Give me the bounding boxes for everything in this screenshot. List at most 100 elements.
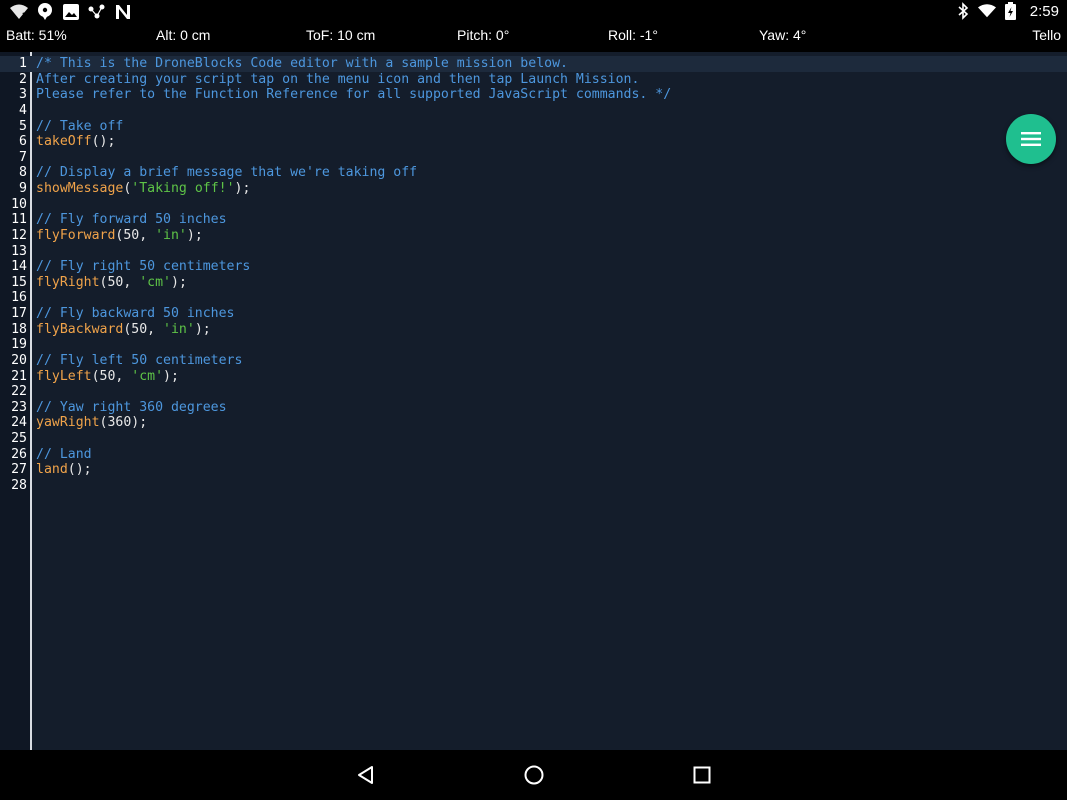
code-line[interactable]: 16: [0, 290, 1067, 306]
code-punctuation: );: [186, 227, 203, 243]
line-number: 25: [11, 431, 27, 446]
yaw-readout: Yaw: 4°: [759, 27, 807, 43]
code-lines[interactable]: 1 /* This is the DroneBlocks Code editor …: [0, 56, 1067, 494]
code-string: 'cm': [139, 274, 171, 290]
line-number: 11: [11, 212, 27, 228]
line-number: 6: [19, 134, 27, 150]
line-number: 8: [19, 165, 27, 181]
code-text[interactable]: // Fly backward 50 inches: [36, 306, 235, 322]
code-text[interactable]: // Fly forward 50 inches: [36, 212, 227, 228]
line-number: 13: [11, 243, 27, 259]
code-line[interactable]: 22: [0, 384, 1067, 400]
code-line[interactable]: 18 flyBackward(50, 'in');: [0, 322, 1067, 338]
code-text[interactable]: // Take off: [36, 119, 123, 135]
code-line[interactable]: 3 Please refer to the Function Reference …: [0, 87, 1067, 103]
code-line[interactable]: 14 // Fly right 50 centimeters: [0, 259, 1067, 275]
code-line[interactable]: 21 flyLeft(50, 'cm');: [0, 369, 1067, 385]
code-function: showMessage: [36, 181, 124, 196]
code-string: 'in': [155, 227, 187, 243]
menu-icon: [1021, 132, 1041, 146]
line-number: 12: [11, 227, 27, 243]
n-logo-icon: [114, 3, 132, 21]
line-number: 1: [19, 56, 27, 71]
code-text[interactable]: flyRight(50, 'cm');: [36, 275, 187, 291]
code-line[interactable]: 1 /* This is the DroneBlocks Code editor …: [0, 56, 1067, 72]
line-number: 16: [11, 290, 27, 306]
code-comment: Please refer to the Function Reference f…: [36, 87, 672, 103]
image-icon: [62, 3, 80, 21]
code-line[interactable]: 15 flyRight(50, 'cm');: [0, 275, 1067, 291]
code-line[interactable]: 26 // Land: [0, 447, 1067, 463]
code-string: 'Taking off!': [131, 181, 235, 196]
code-line[interactable]: 20 // Fly left 50 centimeters: [0, 353, 1067, 369]
clock: 2:59: [1029, 2, 1059, 20]
code-line[interactable]: 7: [0, 150, 1067, 166]
recents-button[interactable]: [690, 763, 714, 787]
code-line[interactable]: 11 // Fly forward 50 inches: [0, 212, 1067, 228]
code-line[interactable]: 12 flyForward(50, 'in');: [0, 228, 1067, 244]
code-line[interactable]: 10: [0, 197, 1067, 213]
code-line[interactable]: 17 // Fly backward 50 inches: [0, 306, 1067, 322]
back-button[interactable]: [354, 763, 378, 787]
code-text[interactable]: takeOff();: [36, 134, 115, 150]
code-punctuation: ();: [91, 134, 116, 150]
code-line[interactable]: 27 land();: [0, 462, 1067, 478]
code-editor[interactable]: 1 /* This is the DroneBlocks Code editor …: [0, 52, 1067, 750]
code-punctuation: ();: [67, 462, 92, 478]
code-text[interactable]: land();: [36, 462, 92, 478]
code-punctuation: );: [171, 274, 187, 290]
code-text[interactable]: showMessage('Taking off!');: [36, 181, 250, 197]
drone-name: Tello: [1032, 27, 1061, 43]
code-text[interactable]: // Display a brief message that we're ta…: [36, 165, 417, 181]
code-line[interactable]: 19: [0, 337, 1067, 353]
code-text[interactable]: // Fly left 50 centimeters: [36, 353, 242, 369]
home-icon: [524, 765, 544, 785]
code-text[interactable]: // Land: [36, 447, 92, 463]
code-comment: // Fly left 50 centimeters: [36, 352, 243, 368]
code-punctuation: (50,: [123, 321, 164, 337]
wifi-question-icon: ?: [10, 3, 28, 21]
line-number: 17: [11, 306, 27, 321]
code-text[interactable]: flyLeft(50, 'cm');: [36, 369, 179, 385]
code-comment: // Fly right 50 centimeters: [36, 259, 251, 275]
code-text[interactable]: Please refer to the Function Reference f…: [36, 87, 671, 103]
code-line[interactable]: 25: [0, 431, 1067, 447]
code-line[interactable]: 28: [0, 478, 1067, 494]
code-function: flyForward: [36, 227, 116, 243]
code-text[interactable]: flyForward(50, 'in');: [36, 228, 203, 244]
status-bar: ? 2:59: [0, 0, 1067, 25]
altitude-readout: Alt: 0 cm: [156, 27, 211, 43]
code-comment: // Fly backward 50 inches: [36, 306, 235, 321]
code-punctuation: );: [163, 368, 179, 384]
dots-connect-icon: [88, 3, 106, 21]
code-text[interactable]: After creating your script tap on the me…: [36, 72, 639, 88]
code-text[interactable]: // Yaw right 360 degrees: [36, 400, 227, 416]
code-line[interactable]: 23 // Yaw right 360 degrees: [0, 400, 1067, 416]
code-line[interactable]: 4: [0, 103, 1067, 119]
line-number: 26: [11, 446, 27, 462]
code-comment: // Fly forward 50 inches: [36, 212, 227, 228]
code-string: 'in': [163, 321, 195, 337]
code-text[interactable]: yawRight(360);: [36, 415, 147, 431]
code-text[interactable]: flyBackward(50, 'in');: [36, 322, 211, 338]
tof-readout: ToF: 10 cm: [306, 27, 376, 43]
code-punctuation: );: [234, 181, 251, 196]
code-text[interactable]: /* This is the DroneBlocks Code editor w…: [36, 56, 568, 72]
code-line[interactable]: 24 yawRight(360);: [0, 415, 1067, 431]
code-line[interactable]: 6 takeOff();: [0, 134, 1067, 150]
code-line[interactable]: 13: [0, 244, 1067, 260]
menu-fab-button[interactable]: [1006, 114, 1056, 164]
home-button[interactable]: [522, 763, 546, 787]
code-line[interactable]: 8 // Display a brief message that we're t…: [0, 165, 1067, 181]
code-line[interactable]: 5 // Take off: [0, 119, 1067, 135]
line-number: 3: [19, 87, 27, 103]
code-line[interactable]: 2 After creating your script tap on the m…: [0, 72, 1067, 88]
code-punctuation: (360);: [99, 415, 148, 431]
code-line[interactable]: 9 showMessage('Taking off!');: [0, 181, 1067, 197]
code-text[interactable]: // Fly right 50 centimeters: [36, 259, 250, 275]
code-function: flyBackward: [36, 321, 124, 337]
code-comment: // Yaw right 360 degrees: [36, 399, 227, 415]
code-punctuation: (50,: [99, 274, 140, 290]
code-function: flyLeft: [36, 368, 92, 384]
recents-icon: [693, 766, 711, 784]
